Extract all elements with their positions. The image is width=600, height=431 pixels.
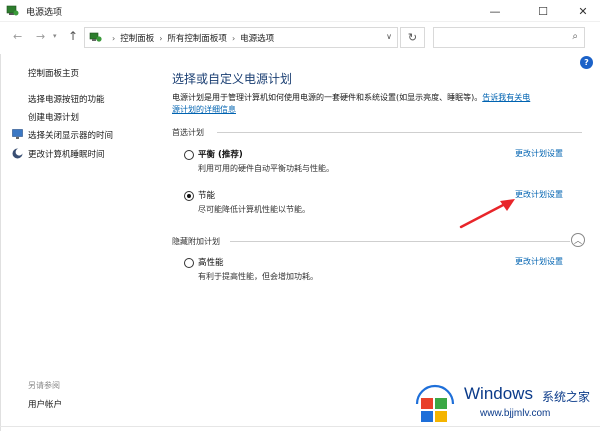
change-plan-settings-balanced[interactable]: 更改计划设置 bbox=[515, 148, 563, 159]
windows-logo-icon bbox=[415, 384, 455, 422]
watermark-url: www.bjjmlv.com bbox=[480, 408, 551, 419]
forward-button[interactable]: → bbox=[36, 30, 45, 43]
plan-name-power-saver: 节能 bbox=[198, 191, 216, 201]
description-text: 电源计划是用于管理计算机如何使用电源的一套硬件和系统设置(如显示亮度、睡眠等)。 bbox=[172, 93, 483, 102]
sidebar-item-control-panel-home[interactable]: 控制面板主页 bbox=[28, 67, 79, 79]
close-icon: ✕ bbox=[578, 4, 588, 18]
moon-icon bbox=[12, 148, 23, 159]
sidebar-item-create-plan[interactable]: 创建电源计划 bbox=[28, 111, 79, 123]
sidebar: 控制面板主页 选择电源按钮的功能 创建电源计划 选择关闭显示器的时间 更改计算机… bbox=[0, 54, 160, 431]
plan-radio-balanced[interactable] bbox=[184, 150, 194, 160]
plan-desc-high-performance: 有利于提高性能，但会增加功耗。 bbox=[198, 272, 318, 281]
breadcrumb-separator: › bbox=[231, 33, 236, 43]
breadcrumb-separator: › bbox=[112, 33, 116, 43]
breadcrumb: › 控制面板 › 所有控制面板项 › 电源选项 bbox=[107, 32, 274, 45]
help-button[interactable]: ? bbox=[580, 56, 593, 69]
plan-details-link[interactable]: 告诉我有关电 bbox=[482, 93, 530, 102]
breadcrumb-separator: › bbox=[159, 33, 163, 43]
search-icon: ⌕ bbox=[572, 31, 578, 42]
sidebar-item-display-off[interactable]: 选择关闭显示器的时间 bbox=[28, 129, 113, 141]
address-bar[interactable]: › 控制面板 › 所有控制面板项 › 电源选项 ∨ bbox=[84, 27, 398, 48]
chevron-down-icon[interactable]: ∨ bbox=[386, 32, 392, 41]
plan-radio-high-performance[interactable] bbox=[184, 258, 194, 268]
minimize-button[interactable]: — bbox=[480, 0, 510, 22]
close-button[interactable]: ✕ bbox=[568, 0, 598, 22]
navigation-bar: ← → ▾ ↑ › 控制面板 › 所有控制面板项 › 电源选项 ∨ ↻ ⌕ bbox=[0, 22, 600, 54]
plan-desc-balanced: 利用可用的硬件自动平衡功耗与性能。 bbox=[198, 164, 334, 173]
sidebar-item-sleep-time[interactable]: 更改计算机睡眠时间 bbox=[28, 148, 105, 160]
power-options-app-icon bbox=[6, 5, 19, 16]
minimize-icon: — bbox=[489, 4, 501, 18]
window-bottom-edge bbox=[0, 426, 600, 427]
breadcrumb-item-all-items[interactable]: 所有控制面板项 bbox=[167, 32, 227, 44]
preferred-plans-label: 首选计划 bbox=[172, 128, 204, 137]
maximize-button[interactable]: ☐ bbox=[528, 0, 558, 22]
annotation-arrow-icon bbox=[459, 199, 515, 229]
watermark-title: Windows bbox=[464, 384, 533, 403]
refresh-button[interactable]: ↻ bbox=[400, 27, 425, 48]
window-title: 电源选项 bbox=[26, 8, 63, 18]
search-input[interactable]: ⌕ bbox=[433, 27, 585, 48]
breadcrumb-item-control-panel[interactable]: 控制面板 bbox=[120, 32, 154, 44]
up-button[interactable]: ↑ bbox=[68, 29, 78, 43]
recent-locations-button[interactable]: ▾ bbox=[53, 32, 57, 40]
chevron-up-icon: ︿ bbox=[574, 235, 582, 245]
group-divider bbox=[230, 241, 570, 242]
back-button[interactable]: ← bbox=[13, 30, 22, 43]
group-divider bbox=[217, 132, 582, 133]
plan-radio-power-saver[interactable] bbox=[184, 191, 194, 201]
refresh-icon: ↻ bbox=[407, 31, 418, 44]
sidebar-item-power-button[interactable]: 选择电源按钮的功能 bbox=[28, 93, 105, 105]
plan-desc-power-saver: 尽可能降低计算机性能以节能。 bbox=[198, 205, 310, 214]
page-title: 选择或自定义电源计划 bbox=[172, 72, 293, 86]
plan-details-link-continued[interactable]: 源计划的详细信息 bbox=[172, 105, 236, 114]
breadcrumb-item-power-options[interactable]: 电源选项 bbox=[240, 32, 274, 44]
plan-name-high-performance: 高性能 bbox=[198, 258, 224, 268]
plan-name-balanced: 平衡 (推荐) bbox=[198, 150, 243, 160]
title-bar: 电源选项 — ☐ ✕ bbox=[0, 0, 600, 22]
monitor-icon bbox=[12, 129, 23, 139]
change-plan-settings-high-performance[interactable]: 更改计划设置 bbox=[515, 256, 563, 267]
collapse-hidden-plans-button[interactable]: ︿ bbox=[571, 233, 585, 247]
page-description: 电源计划是用于管理计算机如何使用电源的一套硬件和系统设置(如显示亮度、睡眠等)。… bbox=[172, 92, 584, 116]
see-also-label: 另请参阅 bbox=[28, 381, 60, 390]
maximize-icon: ☐ bbox=[538, 4, 548, 18]
control-panel-icon bbox=[89, 32, 102, 42]
sidebar-item-user-accounts[interactable]: 用户帐户 bbox=[28, 398, 62, 410]
change-plan-settings-power-saver[interactable]: 更改计划设置 bbox=[515, 189, 563, 200]
watermark: Windows 系统之家 www.bjjmlv.com bbox=[410, 374, 600, 431]
hidden-plans-label: 隐藏附加计划 bbox=[172, 237, 220, 246]
watermark-subtitle: 系统之家 bbox=[542, 390, 591, 404]
